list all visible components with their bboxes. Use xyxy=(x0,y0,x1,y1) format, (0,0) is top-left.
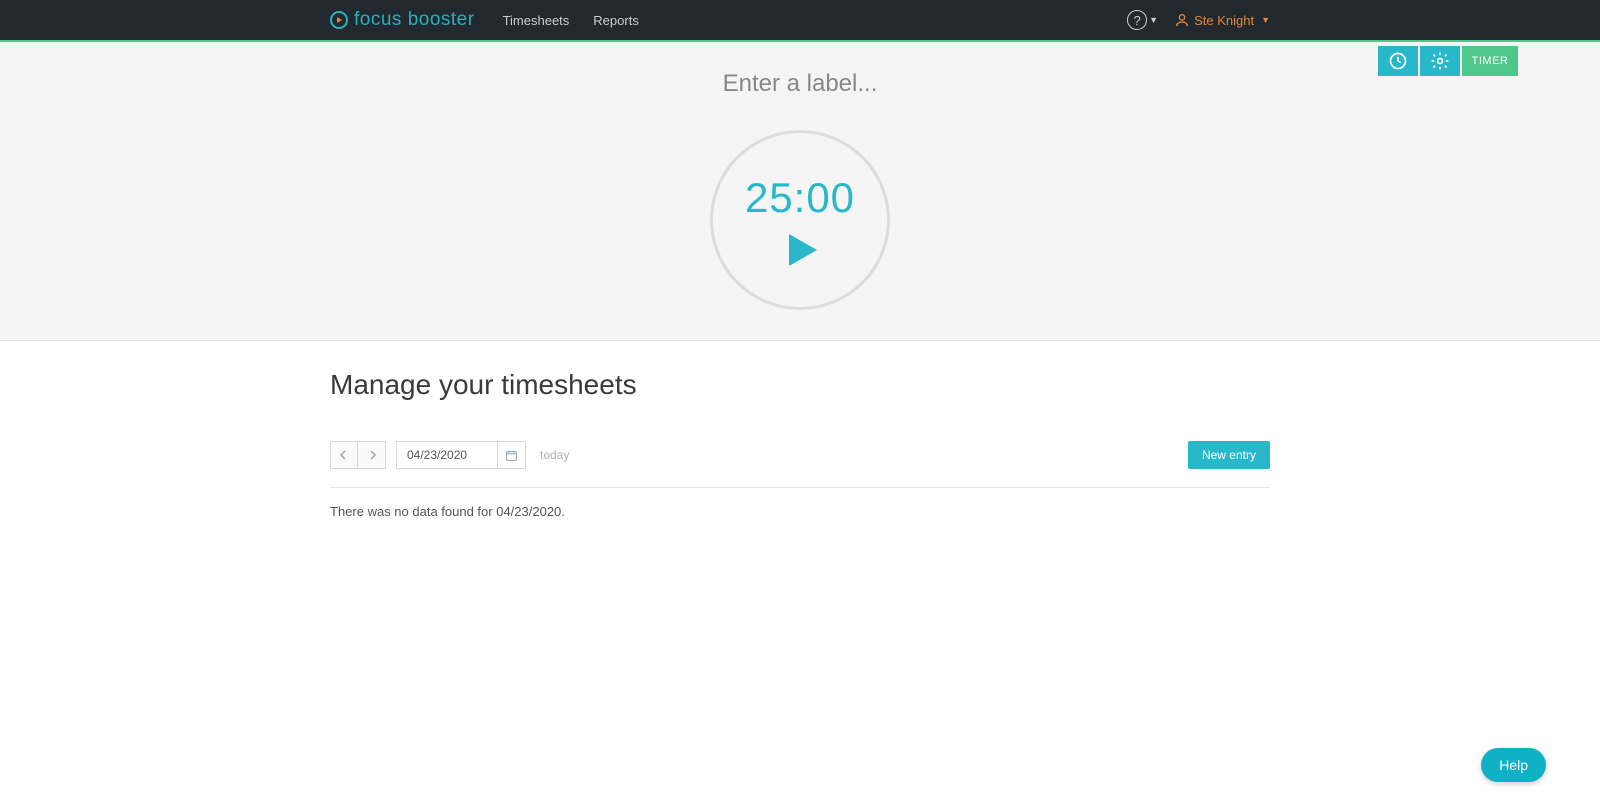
logo-icon xyxy=(330,11,348,29)
user-menu[interactable]: Ste Knight ▼ xyxy=(1174,12,1270,28)
help-icon[interactable]: ? xyxy=(1127,10,1147,30)
no-data-message: There was no data found for 04/23/2020. xyxy=(330,504,1270,519)
logo[interactable]: focus booster xyxy=(330,9,475,31)
calendar-icon xyxy=(505,449,518,462)
date-toolbar: today New entry xyxy=(330,435,1270,488)
timer-panel: TIMER 25:00 xyxy=(0,42,1600,341)
nav-timesheets[interactable]: Timesheets xyxy=(503,13,570,28)
timer-time: 25:00 xyxy=(745,174,855,222)
prev-day-button[interactable] xyxy=(330,441,358,469)
next-day-button[interactable] xyxy=(358,441,386,469)
chevron-left-icon xyxy=(339,450,349,460)
main-content: Manage your timesheets today New entry T… xyxy=(330,341,1270,519)
timer-control-bar: TIMER xyxy=(1378,46,1518,76)
history-button[interactable] xyxy=(1378,46,1418,76)
nav-reports[interactable]: Reports xyxy=(593,13,639,28)
help-bubble[interactable]: Help xyxy=(1481,748,1546,782)
date-input[interactable] xyxy=(397,442,497,468)
timer-button[interactable]: TIMER xyxy=(1462,46,1518,76)
gear-icon xyxy=(1430,51,1450,71)
label-input[interactable] xyxy=(600,42,1000,98)
today-link[interactable]: today xyxy=(540,448,569,462)
clock-icon xyxy=(1388,51,1408,71)
section-title: Manage your timesheets xyxy=(330,369,1270,401)
settings-button[interactable] xyxy=(1420,46,1460,76)
play-button[interactable] xyxy=(789,234,817,266)
chevron-right-icon xyxy=(367,450,377,460)
user-dropdown-caret: ▼ xyxy=(1261,15,1270,25)
calendar-button[interactable] xyxy=(497,442,525,468)
user-name: Ste Knight xyxy=(1194,13,1254,28)
top-header: focus booster Timesheets Reports ? ▼ Ste… xyxy=(0,0,1600,42)
help-dropdown-caret[interactable]: ▼ xyxy=(1149,15,1158,25)
user-icon xyxy=(1174,12,1190,28)
new-entry-button[interactable]: New entry xyxy=(1188,441,1270,469)
logo-text: focus booster xyxy=(354,9,475,31)
timer-circle: 25:00 xyxy=(710,130,890,310)
